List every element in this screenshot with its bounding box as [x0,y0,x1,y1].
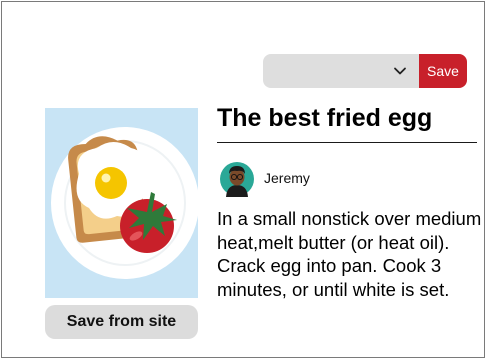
pin-description: In a small nonstick over medium heat,mel… [217,208,482,300]
save-button[interactable]: Save [419,54,467,88]
author-name[interactable]: Jeremy [264,170,310,186]
save-from-site-button[interactable]: Save from site [45,305,198,339]
chevron-down-icon [394,67,406,75]
title-divider [217,142,477,143]
pin-title: The best fried egg [217,104,433,132]
board-select[interactable] [263,54,419,88]
avatar-icon[interactable] [219,161,255,197]
egg-yolk [95,167,127,199]
pin-image[interactable] [45,108,198,298]
pin-card: Save Save from site The best fried egg J… [1,1,485,358]
